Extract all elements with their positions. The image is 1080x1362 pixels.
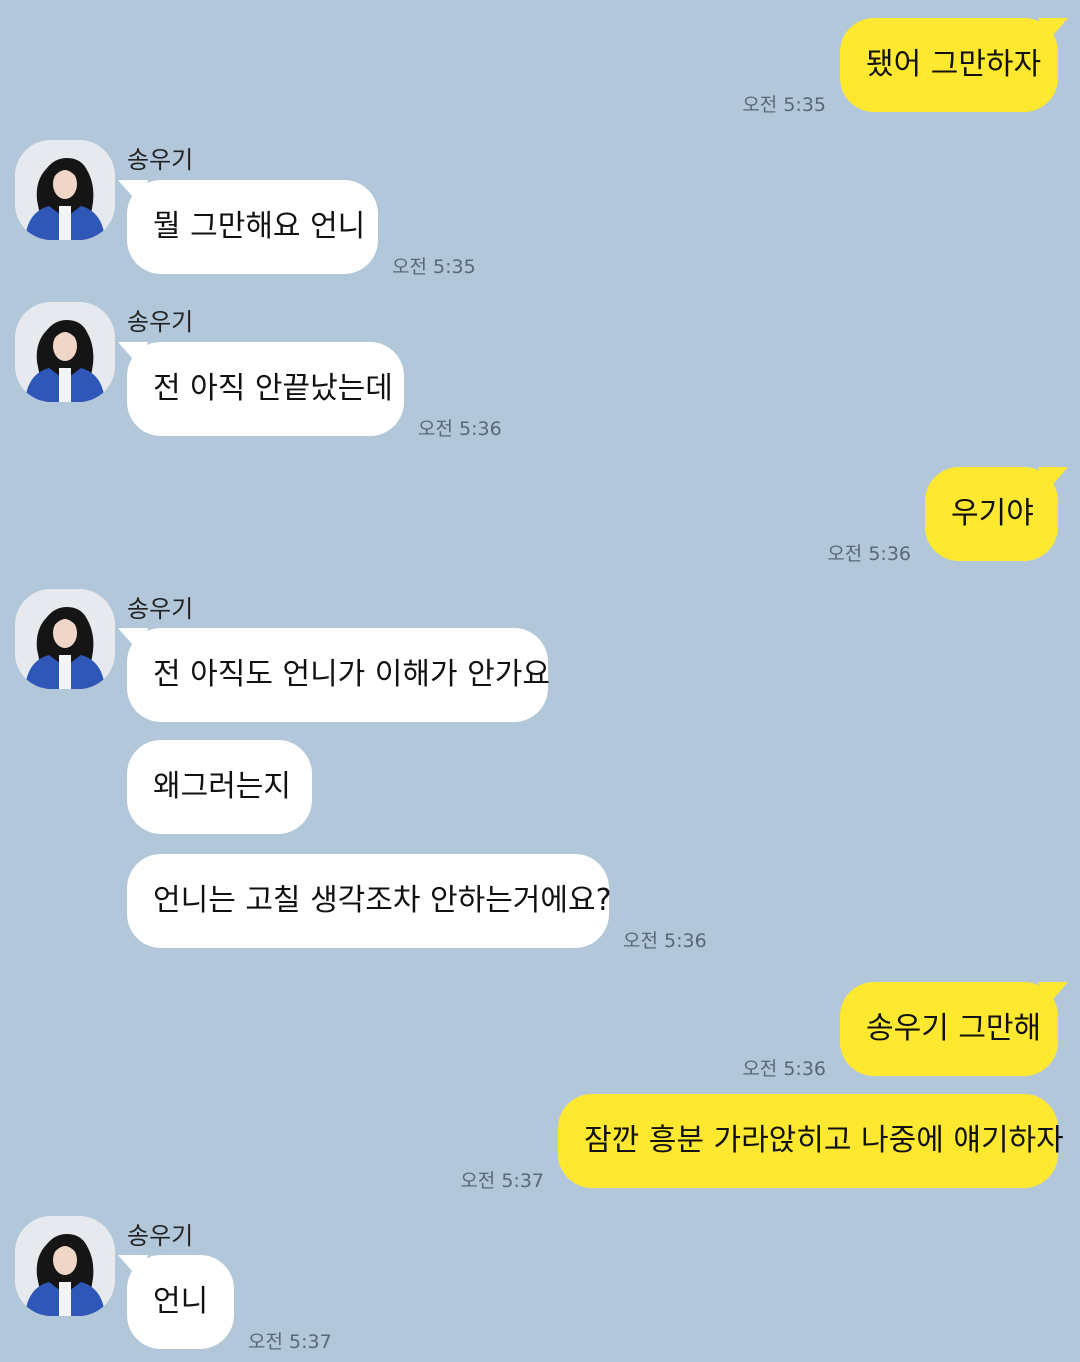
profile-photo-avatar-icon	[15, 1216, 115, 1316]
contact-avatar[interactable]	[15, 1216, 115, 1316]
sender-name: 송우기	[127, 1222, 194, 1250]
message-timestamp: 오전 5:37	[460, 1170, 544, 1192]
message-bubble-incoming[interactable]: 언니	[127, 1255, 234, 1349]
message-timestamp: 오전 5:36	[827, 543, 911, 565]
message-timestamp: 오전 5:36	[742, 1058, 826, 1080]
message-timestamp: 오전 5:37	[248, 1331, 332, 1353]
profile-photo-avatar-icon	[15, 140, 115, 240]
sender-name: 송우기	[127, 595, 194, 623]
message-bubble-outgoing[interactable]: 잠깐 흥분 가라앉히고 나중에 얘기하자	[558, 1094, 1064, 1188]
profile-photo-avatar-icon	[15, 589, 115, 689]
profile-photo-avatar-icon	[15, 302, 115, 402]
contact-avatar[interactable]	[15, 140, 115, 240]
message-bubble-incoming[interactable]: 언니는 고칠 생각조차 안하는거에요?	[127, 854, 612, 948]
message-bubble-outgoing[interactable]: 됐어 그만하자	[840, 18, 1058, 112]
message-timestamp: 오전 5:36	[418, 418, 502, 440]
contact-avatar[interactable]	[15, 589, 115, 689]
message-bubble-incoming[interactable]: 전 아직도 언니가 이해가 안가요	[127, 628, 550, 722]
sender-name: 송우기	[127, 308, 194, 336]
message-bubble-incoming[interactable]: 뭘 그만해요 언니	[127, 180, 378, 274]
message-bubble-outgoing[interactable]: 우기야	[925, 467, 1058, 561]
message-timestamp: 오전 5:35	[742, 94, 826, 116]
message-bubble-outgoing[interactable]: 송우기 그만해	[840, 982, 1058, 1076]
message-bubble-incoming[interactable]: 왜그러는지	[127, 740, 312, 834]
message-timestamp: 오전 5:35	[392, 256, 476, 278]
sender-name: 송우기	[127, 146, 194, 174]
message-bubble-incoming[interactable]: 전 아직 안끝났는데	[127, 342, 404, 436]
message-timestamp: 오전 5:36	[623, 930, 707, 952]
contact-avatar[interactable]	[15, 302, 115, 402]
